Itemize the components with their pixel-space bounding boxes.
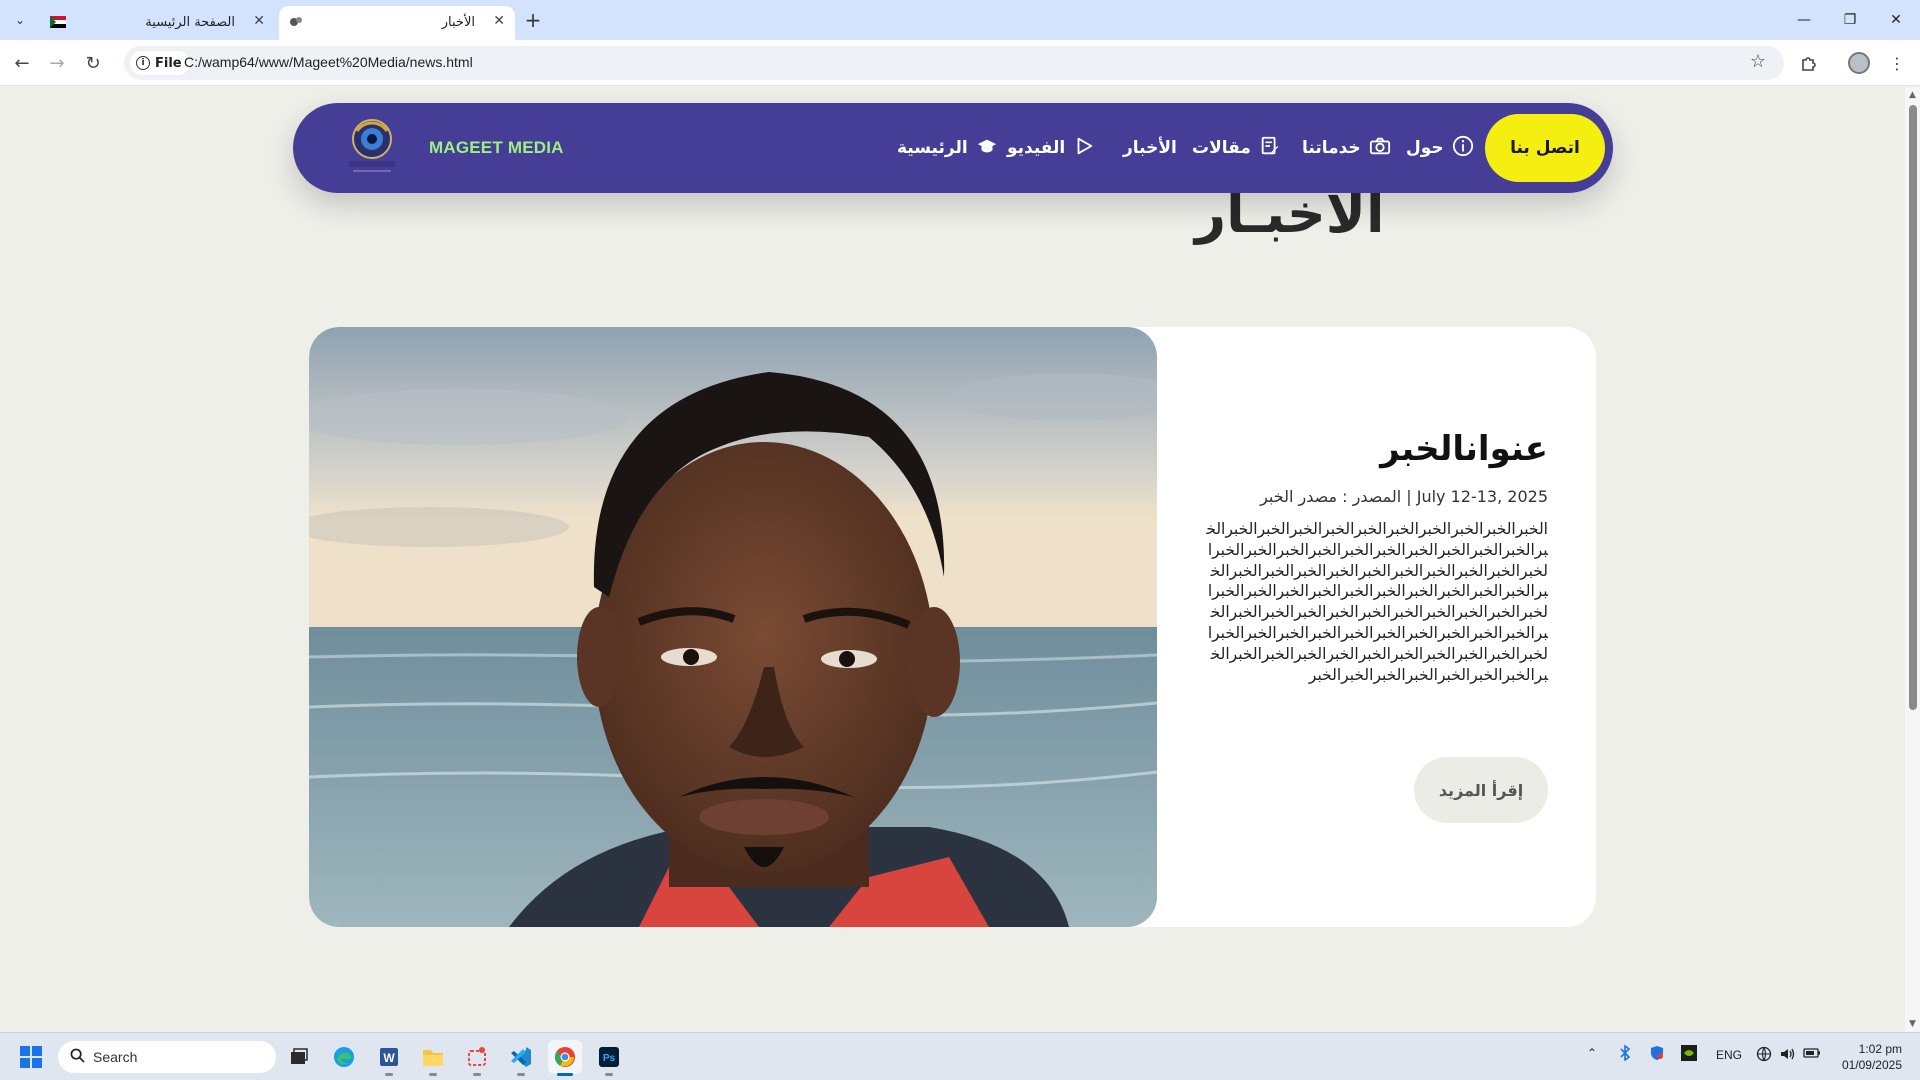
clock-time: 1:02 pm (1858, 1042, 1902, 1056)
bluetooth-icon[interactable] (1619, 1044, 1631, 1064)
tab-title: الصفحة الرئيسية (145, 15, 235, 30)
nav-label: الرئيسية (897, 138, 968, 158)
taskbar-search[interactable]: Search (58, 1041, 276, 1073)
tab-news[interactable]: الأخبار ✕ (279, 6, 515, 40)
url-text[interactable]: C:/wamp64/www/Mageet%20Media/news.html (184, 54, 473, 70)
nav-label: الأخبار (1123, 138, 1177, 158)
brand-name[interactable]: MAGEET MEDIA (429, 138, 564, 158)
restore-icon[interactable]: ❐ (1835, 8, 1865, 32)
file-explorer-icon[interactable] (416, 1040, 450, 1076)
edit-icon (1259, 135, 1281, 162)
menu-icon[interactable]: ⋮ (1884, 50, 1910, 76)
tab-search-button[interactable]: ⌄ (6, 8, 34, 32)
new-tab-button[interactable]: + (520, 7, 546, 33)
chevron-down-icon: ⌄ (14, 13, 26, 27)
minimize-icon[interactable]: — (1789, 8, 1819, 32)
flag-favicon-icon (50, 16, 66, 30)
scroll-down-icon[interactable]: ▼ (1907, 1019, 1918, 1029)
word-icon[interactable]: W (372, 1040, 406, 1076)
page-scrollbar[interactable]: ▲ ▼ (1905, 87, 1920, 1032)
page-viewport: الأخبـار MAGEET MEDIA الرئيسية الفيديو ا… (0, 87, 1905, 1032)
taskbar-clock[interactable]: 1:02 pm 01/09/2025 (1842, 1041, 1902, 1073)
bookmark-star-icon[interactable]: ☆ (1750, 51, 1766, 72)
camera-icon (1369, 135, 1391, 162)
nav-home[interactable]: الرئيسية (897, 136, 998, 160)
extensions-icon[interactable] (1796, 50, 1822, 76)
info-icon (1452, 135, 1474, 162)
security-icon[interactable] (1649, 1045, 1665, 1064)
browser-toolbar: ← → ↻ i File C:/wamp64/www/Mageet%20Medi… (0, 40, 1920, 86)
nav-video[interactable]: الفيديو (1007, 136, 1095, 160)
network-icon[interactable] (1756, 1046, 1772, 1065)
page-favicon-icon (289, 16, 305, 30)
photoshop-icon[interactable]: Ps (592, 1040, 626, 1076)
nav-label: خدماتنا (1302, 138, 1361, 158)
show-hidden-icons-icon[interactable]: ⌃ (1587, 1046, 1597, 1060)
battery-icon[interactable] (1803, 1046, 1821, 1063)
address-bar[interactable]: i File C:/wamp64/www/Mageet%20Media/news… (124, 46, 1784, 80)
nav-label: مقالات (1192, 138, 1251, 158)
svg-text:W: W (383, 1051, 395, 1065)
tab-home[interactable]: الصفحة الرئيسية ✕ (40, 6, 275, 40)
news-body: الخبرالخبرالخبرالخبرالخبرالخبرالخبرالخبر… (1206, 520, 1548, 684)
nav-label: الفيديو (1007, 138, 1066, 158)
mageet-logo[interactable] (343, 113, 401, 177)
graduation-cap-icon (976, 135, 998, 162)
tab-title: الأخبار (441, 15, 475, 30)
nav-articles[interactable]: مقالات (1192, 136, 1281, 160)
back-icon[interactable]: ← (9, 50, 35, 76)
news-title[interactable]: عنوانالخبر (1380, 429, 1548, 469)
language-indicator[interactable]: ENG (1716, 1048, 1742, 1062)
news-meta: July 12-13, 2025 | المصدر : مصدر الخبر (1260, 487, 1548, 506)
browser-tab-bar: ⌄ الصفحة الرئيسية ✕ الأخبار ✕ + — ❐ ✕ (0, 0, 1920, 40)
forward-icon[interactable]: → (44, 50, 70, 76)
nav-about[interactable]: حول (1406, 135, 1474, 162)
scheme-label: File (155, 55, 182, 71)
scroll-up-icon[interactable]: ▲ (1907, 90, 1918, 100)
vscode-icon[interactable] (504, 1040, 538, 1076)
snipping-tool-icon[interactable] (460, 1040, 494, 1076)
close-tab-icon[interactable]: ✕ (253, 13, 265, 29)
svg-text:Ps: Ps (603, 1053, 616, 1064)
play-icon (1073, 135, 1095, 162)
search-icon (70, 1048, 85, 1066)
site-info-chip[interactable]: i File (130, 51, 190, 75)
nav-news[interactable]: الأخبار (1123, 136, 1177, 160)
site-navbar: MAGEET MEDIA الرئيسية الفيديو الأخبار مق… (293, 103, 1613, 193)
news-card: عنوانالخبر July 12-13, 2025 | المصدر : م… (309, 327, 1596, 927)
close-tab-icon[interactable]: ✕ (493, 13, 505, 29)
profile-avatar[interactable] (1846, 50, 1872, 76)
windows-start-icon[interactable] (20, 1046, 42, 1068)
windows-taskbar: Search W Ps ⌃ ENG 1:02 pm 01/09/2025 (0, 1032, 1920, 1080)
scroll-thumb[interactable] (1909, 105, 1917, 710)
clock-date: 01/09/2025 (1841, 1058, 1902, 1072)
volume-icon[interactable] (1779, 1046, 1795, 1065)
search-placeholder: Search (93, 1049, 138, 1065)
edge-icon[interactable] (327, 1040, 361, 1074)
chrome-icon[interactable] (548, 1040, 582, 1076)
info-icon: i (136, 56, 150, 70)
nvidia-icon[interactable] (1681, 1045, 1697, 1064)
reload-icon[interactable]: ↻ (80, 50, 106, 76)
nav-services[interactable]: خدماتنا (1302, 136, 1391, 160)
read-more-button[interactable]: إقرأ المزيد (1414, 757, 1548, 823)
nav-label: حول (1406, 138, 1444, 158)
news-photo (309, 327, 1157, 927)
contact-us-button[interactable]: اتصل بنا (1485, 114, 1605, 182)
task-view-icon[interactable] (282, 1040, 316, 1074)
close-window-icon[interactable]: ✕ (1881, 8, 1911, 32)
